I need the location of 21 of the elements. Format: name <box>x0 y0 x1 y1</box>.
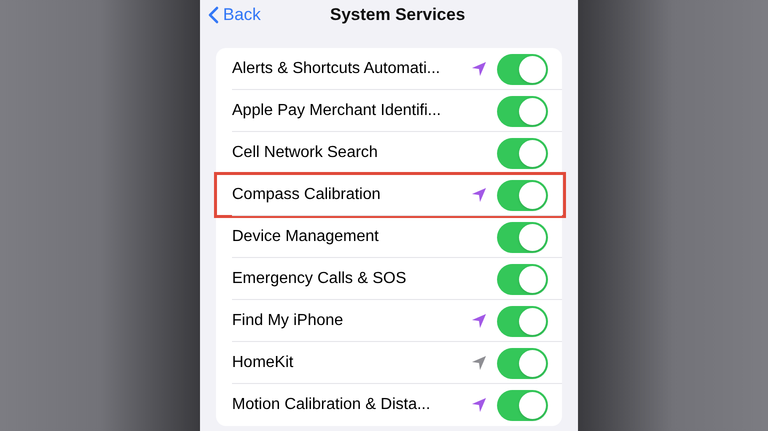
row-label: Motion Calibration & Dista... <box>232 395 432 415</box>
toggle-switch[interactable] <box>497 264 548 294</box>
toggle-switch[interactable] <box>497 222 548 252</box>
row-label: Emergency Calls & SOS <box>232 269 408 289</box>
toggle-switch[interactable] <box>497 348 548 378</box>
toggle-switch[interactable] <box>497 54 548 84</box>
toggle-switch[interactable] <box>497 390 548 420</box>
back-button[interactable]: Back <box>208 2 261 28</box>
row-label: Find My iPhone <box>232 311 344 331</box>
chevron-left-icon <box>208 6 219 24</box>
toggle-switch[interactable] <box>497 138 548 168</box>
row-label: Cell Network Search <box>232 143 379 163</box>
toggle-switch[interactable] <box>497 96 548 126</box>
row-label: Compass Calibration <box>232 185 382 205</box>
row-label: Device Management <box>232 227 380 247</box>
row-label: HomeKit <box>232 353 294 373</box>
toggle-switch[interactable] <box>497 306 548 336</box>
toggle-switch[interactable] <box>497 180 548 210</box>
row-label: Apple Pay Merchant Identifi... <box>232 101 442 121</box>
screen-title: System Services <box>330 4 466 26</box>
row-label: Alerts & Shortcuts Automati... <box>232 59 442 79</box>
